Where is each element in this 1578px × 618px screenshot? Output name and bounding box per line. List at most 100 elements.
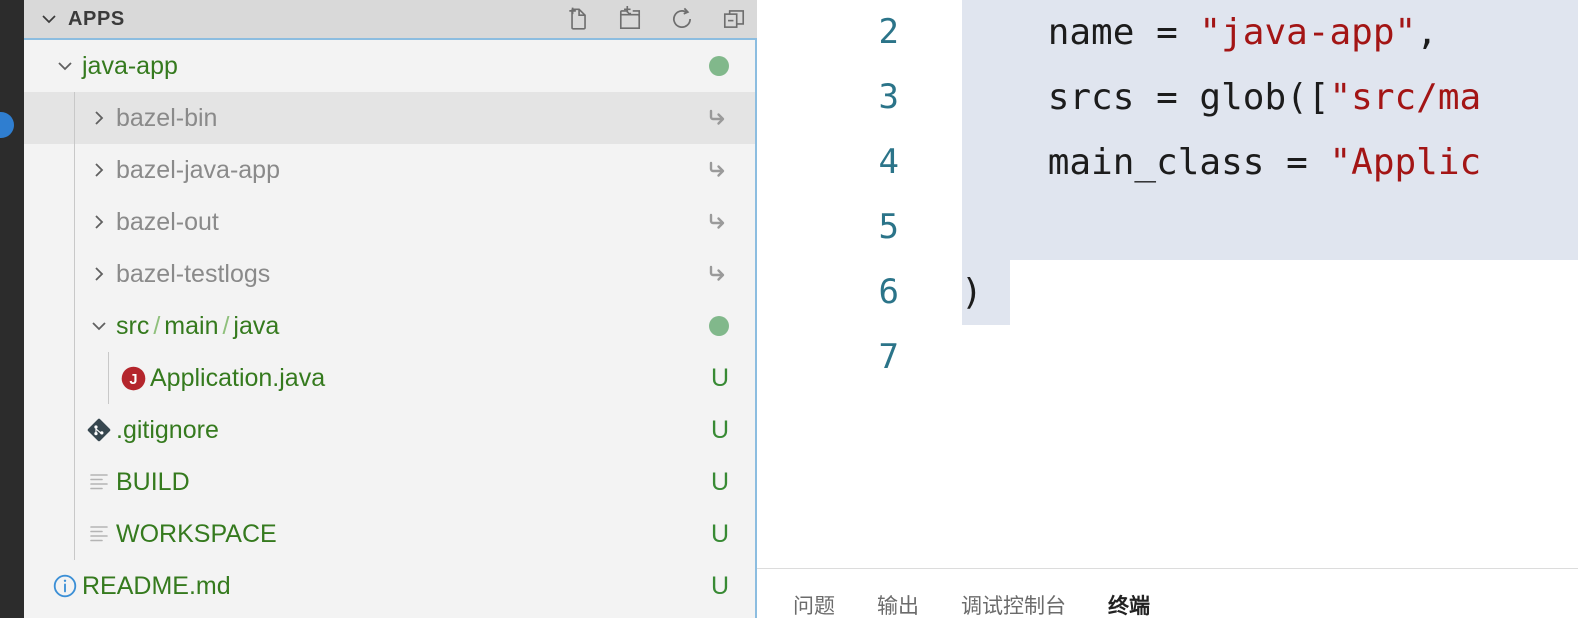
panel-tab-1[interactable]: 输出 (877, 596, 919, 618)
symlink-badge (699, 196, 729, 248)
tree-row-label: bazel-out (116, 207, 219, 236)
tree-row-label: src / main / java (116, 311, 280, 340)
code-text: main_class = (1047, 142, 1330, 183)
code-indent (961, 142, 1048, 183)
explorer-section-header[interactable]: APPS (24, 0, 757, 38)
git-status-badge: U (699, 508, 729, 560)
tree-row-bazel-java-app[interactable]: bazel-java-app (24, 144, 755, 196)
chevron-right-icon[interactable] (82, 92, 116, 144)
tree-row-readme.md[interactable]: README.md U (24, 560, 755, 612)
path-separator: / (222, 311, 230, 340)
symlink-badge (699, 144, 729, 196)
indent-guide (74, 92, 75, 560)
symlink-badge (699, 248, 729, 300)
chevron-right-icon[interactable] (82, 144, 116, 196)
code-indent (961, 12, 1048, 53)
modified-dot-badge (699, 40, 729, 92)
git-status-badge: U (699, 560, 729, 612)
java-file-icon: J (116, 352, 150, 404)
text-file-icon (82, 456, 116, 508)
symlink-arrow-icon (705, 106, 729, 130)
explorer-tree-container: java-app bazel-bin bazel-java-app bazel-out… (24, 38, 757, 618)
code-text-tail: , (1416, 12, 1438, 53)
symlink-arrow-icon (705, 158, 729, 182)
code-string-literal: "Applic (1329, 142, 1482, 183)
refresh-icon[interactable] (669, 6, 695, 32)
code-string-literal: "java-app" (1199, 12, 1417, 53)
status-dot (709, 316, 729, 336)
tree-row-label: bazel-java-app (116, 155, 280, 184)
code-text: name = (1047, 12, 1200, 53)
file-tree: java-app bazel-bin bazel-java-app bazel-out… (24, 40, 755, 612)
text-file-icon (82, 508, 116, 560)
path-segment: java (233, 311, 280, 340)
tree-row-label: WORKSPACE (116, 519, 277, 548)
code-editor[interactable]: 234567 name = "java-app", srcs = glob(["… (757, 0, 1578, 568)
line-number: 3 (878, 77, 899, 117)
code-text: ) (961, 272, 983, 313)
vscode-window: APPS java-app bazel-bin bazel-java-app b… (0, 0, 1578, 618)
line-number: 6 (878, 272, 899, 312)
tree-row-label: bazel-bin (116, 103, 218, 132)
tree-row-workspace[interactable]: WORKSPACE U (24, 508, 755, 560)
tree-row-.gitignore[interactable]: .gitignore U (24, 404, 755, 456)
panel-tab-0[interactable]: 问题 (793, 596, 835, 618)
git-file-icon (82, 404, 116, 456)
line-number-gutter: 2 3 4 5 6 7 (757, 0, 905, 568)
symlink-badge (699, 92, 729, 144)
chevron-down-icon[interactable] (48, 40, 82, 92)
code-text: srcs = glob([ (1047, 77, 1330, 118)
explorer-title: APPS (68, 7, 125, 30)
chevron-down-icon[interactable] (38, 8, 60, 30)
symlink-arrow-icon (705, 210, 729, 234)
git-status-letter: U (710, 467, 729, 496)
source-control-badge[interactable] (0, 112, 14, 138)
new-file-icon[interactable] (565, 6, 591, 32)
tree-row-bazel-out[interactable]: bazel-out (24, 196, 755, 248)
code-line[interactable]: main_class = "Applic (905, 130, 1578, 195)
git-status-badge: U (699, 404, 729, 456)
chevron-right-icon[interactable] (82, 248, 116, 300)
symlink-arrow-icon (705, 262, 729, 286)
code-line[interactable]: name = "java-app", (905, 0, 1578, 65)
explorer-actions (565, 0, 747, 38)
line-number: 2 (878, 12, 899, 52)
path-segment: src (116, 311, 150, 340)
code-line[interactable] (905, 195, 1578, 260)
code-indent (961, 77, 1048, 118)
new-folder-icon[interactable] (617, 6, 643, 32)
editor-code-area[interactable]: 234567 name = "java-app", srcs = glob(["… (757, 0, 1578, 568)
modified-dot-badge (699, 300, 729, 352)
status-dot (709, 56, 729, 76)
chevron-down-icon[interactable] (82, 300, 116, 352)
info-file-icon (48, 560, 82, 612)
indent-guide (108, 352, 109, 404)
tree-row-label: bazel-testlogs (116, 259, 271, 288)
tree-row-build[interactable]: BUILD U (24, 456, 755, 508)
panel-tab-list: 问题 输出 调试控制台 终端 (757, 569, 1578, 618)
code-line[interactable]: ) (905, 260, 1578, 325)
code-line[interactable]: srcs = glob(["src/ma (905, 65, 1578, 130)
code-line[interactable] (905, 325, 1578, 390)
tree-row-bazel-testlogs[interactable]: bazel-testlogs (24, 248, 755, 300)
code-string-literal: "src/ma (1329, 77, 1482, 118)
git-status-letter: U (710, 415, 729, 444)
path-segment: main (164, 311, 219, 340)
tree-row-src-main-java[interactable]: src / main / java (24, 300, 755, 352)
collapse-all-icon[interactable] (721, 6, 747, 32)
editor-lines[interactable]: name = "java-app", srcs = glob(["src/ma … (905, 0, 1578, 568)
git-status-letter: U (710, 519, 729, 548)
activity-bar (0, 0, 24, 618)
panel-tab-3[interactable]: 终端 (1108, 596, 1150, 618)
tree-row-application.java[interactable]: J Application.java U (24, 352, 755, 404)
panel-tab-2[interactable]: 调试控制台 (961, 596, 1066, 618)
line-number: 7 (878, 337, 899, 377)
tree-row-label: Application.java (150, 363, 326, 392)
tree-row-label: .gitignore (116, 415, 219, 444)
bottom-panel: 问题 输出 调试控制台 终端 (757, 568, 1578, 618)
git-status-letter: U (710, 571, 729, 600)
tree-row-label: BUILD (116, 467, 190, 496)
tree-row-bazel-bin[interactable]: bazel-bin (24, 92, 755, 144)
tree-row-java-app[interactable]: java-app (24, 40, 755, 92)
chevron-right-icon[interactable] (82, 196, 116, 248)
